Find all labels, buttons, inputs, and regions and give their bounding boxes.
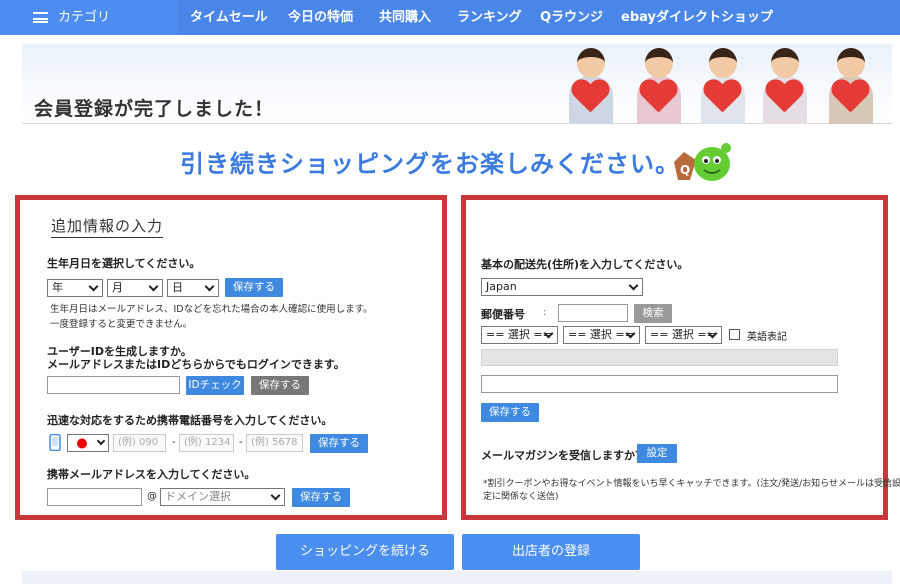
phone-part-3-input[interactable]: (例) 5678 [246,434,303,452]
address-line-1-field [481,349,838,366]
continue-shopping-message: 引き続きショッピングをお楽しみください。 [180,150,680,178]
zip-search-button[interactable]: 検索 [634,304,672,323]
phone-save-button[interactable]: 保存する [310,434,368,453]
year-select[interactable]: 年 [47,279,103,297]
category-menu[interactable]: カテゴリ [0,0,178,35]
id-check-button[interactable]: IDチェック [186,376,244,395]
phone-label: 迅速な対応をするため携帯電話番号を入力してください。 [47,414,333,427]
zip-label: 郵便番号 [481,308,525,321]
mobile-mail-local-input[interactable] [47,488,142,506]
phone-dash-2: - [239,437,243,448]
shipping-address-panel: 基本の配送先(住所)を入力してください。 Japan 郵便番号 : 検索 == … [461,195,900,520]
birthdate-label: 生年月日を選択してください。 [47,257,201,270]
category-label: カテゴリ [58,10,111,25]
phone-dash-1: - [172,437,176,448]
mobile-mail-save-button[interactable]: 保存する [292,488,350,507]
birthdate-note-1: 生年月日はメールアドレス、IDなどを忘れた場合の本人確認に使用します。 [50,304,373,315]
user-id-input[interactable] [47,376,180,394]
seller-registration-button[interactable]: 出店者の登録 [462,534,640,570]
month-select[interactable]: 月 [107,279,163,297]
nav-q-lounge[interactable]: Qラウンジ [540,0,603,35]
top-nav: カテゴリ タイムセール 今日の特価 共同購入 ランキング Qラウンジ ebayダ… [0,0,900,35]
mobile-mail-label: 携帯メールアドレスを入力してください。 [47,468,256,481]
country-code-select[interactable] [67,434,109,452]
birthdate-note-2: 一度登録すると変更できません。 [50,319,193,330]
nav-ebay-shop[interactable]: ebayダイレクトショップ [621,0,773,35]
mail-magazine-label: メールマガジンを受信しますか？ [481,449,646,462]
birthdate-save-button[interactable]: 保存する [225,278,283,297]
additional-info-panel: 追加情報の入力 生年月日を選択してください。 年 月 日 保存する 生年月日はメ… [15,195,447,520]
address-label: 基本の配送先(住所)を入力してください。 [481,258,689,271]
nav-today-deal[interactable]: 今日の特価 [288,0,353,35]
mail-magazine-setting-button[interactable]: 設定 [637,444,677,463]
english-notation-checkbox[interactable] [729,329,740,340]
prefecture-select[interactable]: == 選択 == [481,326,558,344]
at-sign: @ [147,491,157,502]
user-id-save-button[interactable]: 保存する [251,376,309,395]
footer-strip [22,571,892,584]
day-select[interactable]: 日 [167,279,219,297]
japan-flag-icon [71,437,93,450]
phone-part-2-input[interactable]: (例) 1234 [179,434,234,452]
mobile-phone-icon [49,434,61,451]
mascot-icon: Q [674,143,731,181]
mail-magazine-note-1: *割引クーポンやお得なイベント情報をいち早くキャッチできます。(注文/発送/お知… [483,479,900,489]
country-select[interactable]: Japan [481,278,643,296]
zip-colon: : [543,307,547,318]
nav-group-buy[interactable]: 共同購入 [379,0,431,35]
nav-ranking[interactable]: ランキング [457,0,522,35]
address-line-2-input[interactable] [481,375,838,393]
city-select[interactable]: == 選択 == [563,326,640,344]
mail-domain-select[interactable]: ドメイン選択 [160,488,285,506]
banner-people-image [547,44,892,124]
address-save-button[interactable]: 保存する [481,403,539,422]
menu-icon [33,12,48,23]
additional-info-title: 追加情報の入力 [51,215,164,238]
phone-part-1-input[interactable]: (例) 090 [113,434,166,452]
town-select[interactable]: == 選択 == [645,326,722,344]
mail-magazine-note-2: 定に関係なく送信) [483,492,559,502]
banner-title: 会員登録が完了しました！ [34,98,275,120]
continue-shopping-button[interactable]: ショッピングを続ける [276,534,454,570]
zip-input[interactable] [558,304,628,322]
english-notation-label: 英語表記 [747,332,787,343]
banner: 会員登録が完了しました！ [22,44,892,124]
svg-text:Q: Q [680,163,690,177]
nav-time-sale[interactable]: タイムセール [190,0,268,35]
user-id-label-2: メールアドレスまたはIDどちらからでもログインできます。 [47,358,345,371]
